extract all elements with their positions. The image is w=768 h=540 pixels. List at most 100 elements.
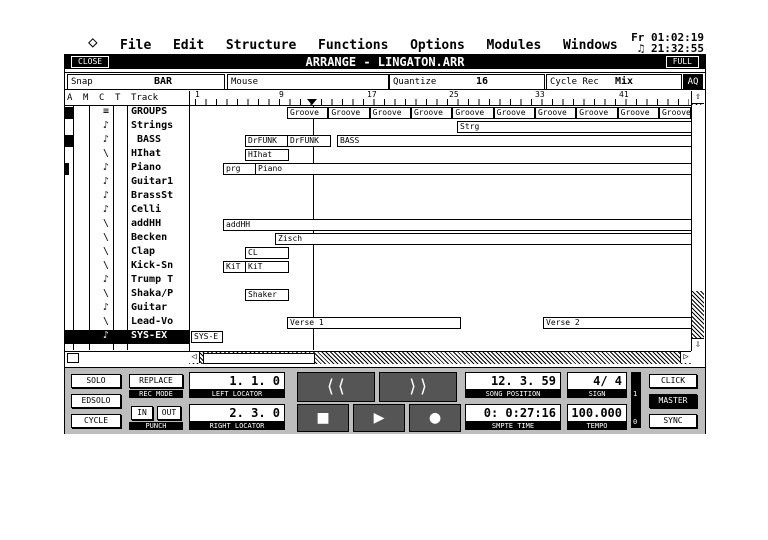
track-row[interactable]: ♪ Celli <box>65 204 189 218</box>
part[interactable]: Groove <box>287 107 329 119</box>
part[interactable]: Groove <box>452 107 494 119</box>
play-icon[interactable]: ▶ <box>353 404 405 432</box>
track-row[interactable]: ≡ GROUPS <box>65 106 189 120</box>
song-position-display[interactable]: 12. 3. 59 <box>465 372 561 390</box>
h-scroll-thumb[interactable] <box>203 353 315 364</box>
close-button[interactable]: CLOSE <box>71 56 110 68</box>
track-row[interactable]: ♪ BrassSt <box>65 190 189 204</box>
part[interactable]: Groove <box>369 107 411 119</box>
edsolo-button[interactable]: EDSOLO <box>71 394 121 408</box>
bar-ruler[interactable]: 1 9 17 25 33 41 <box>189 90 691 106</box>
track-row[interactable]: \ Becken <box>65 232 189 246</box>
track-row[interactable]: \ Lead-Vo <box>65 316 189 330</box>
right-locator-display[interactable]: 2. 3. 0 <box>189 404 285 422</box>
sync-button[interactable]: SYNC <box>649 414 697 428</box>
track-name[interactable]: Clap <box>131 246 183 257</box>
part[interactable]: Groove <box>328 107 370 119</box>
part-kit[interactable]: KiT <box>245 261 289 273</box>
solo-button[interactable]: SOLO <box>71 374 121 388</box>
track-name[interactable]: Strings <box>131 120 183 131</box>
scroll-up-icon[interactable]: ⇧ <box>692 91 704 104</box>
punch-in-button[interactable]: IN <box>131 406 153 420</box>
menu-functions[interactable]: Functions <box>318 38 388 53</box>
track-name[interactable]: Piano <box>131 162 183 173</box>
left-locator-display[interactable]: 1. 1. 0 <box>189 372 285 390</box>
arrange-area[interactable]: Groove Groove Groove Groove Groove Groov… <box>191 106 693 350</box>
track-row[interactable]: \ Shaka/P <box>65 288 189 302</box>
quantize-field[interactable]: Quantize 16 <box>389 74 545 90</box>
part-cl[interactable]: CL <box>245 247 289 259</box>
track-row[interactable]: \ addHH <box>65 218 189 232</box>
part[interactable]: Groove <box>410 107 453 119</box>
track-row[interactable]: ♪ Guitar <box>65 302 189 316</box>
horizontal-scrollbar[interactable]: ◁ ▷ <box>189 351 691 364</box>
part-sysex[interactable]: SYS-E <box>191 331 223 343</box>
track-name[interactable]: GROUPS <box>131 106 183 117</box>
track-name[interactable]: Trump T <box>131 274 183 285</box>
part-drfunk[interactable]: DrFUNK <box>245 135 289 147</box>
menu-windows[interactable]: Windows <box>563 38 618 53</box>
title-bar[interactable]: ARRANGE - LINGATON.ARR CLOSE FULL <box>65 55 705 69</box>
track-row[interactable]: \ Kick-Sn <box>65 260 189 274</box>
track-row[interactable]: ♪ Guitar1 <box>65 176 189 190</box>
track-row-selected[interactable]: ♪ SYS-EX <box>65 330 189 344</box>
cycle-rec-field[interactable]: Cycle Rec Mix <box>546 74 682 90</box>
smpte-display[interactable]: 0: 0:27:16 <box>465 404 561 422</box>
scroll-left-box-icon[interactable] <box>67 353 79 363</box>
track-name[interactable]: Kick-Sn <box>131 260 183 271</box>
sign-display[interactable]: 4/ 4 <box>567 372 627 390</box>
part-hihat[interactable]: HIhat <box>245 149 289 161</box>
replace-button[interactable]: REPLACE <box>129 374 183 388</box>
menu-modules[interactable]: Modules <box>487 38 542 53</box>
track-name[interactable]: HIhat <box>131 148 183 159</box>
track-name[interactable]: addHH <box>131 218 183 229</box>
part-verse-1[interactable]: Verse 1 <box>287 317 461 329</box>
track-row[interactable]: \ Clap <box>65 246 189 260</box>
click-button[interactable]: CLICK <box>649 374 697 388</box>
part-verse-2[interactable]: Verse 2 <box>543 317 693 329</box>
track-row[interactable]: ♪ Trump T <box>65 274 189 288</box>
part-drfunk[interactable]: DrFUNK <box>287 135 331 147</box>
part[interactable]: Groove <box>617 107 659 119</box>
part-strings[interactable]: Strg <box>457 121 693 133</box>
part[interactable]: Groove <box>658 107 691 119</box>
scroll-right-icon[interactable]: ▷ <box>680 352 691 363</box>
part[interactable]: Groove <box>493 107 535 119</box>
diamond-icon[interactable]: ◇ <box>88 32 98 51</box>
track-name[interactable]: BASS <box>137 134 189 145</box>
fast-forward-icon[interactable]: ⟩⟩ <box>379 372 457 402</box>
track-name[interactable]: Guitar <box>131 302 183 313</box>
track-name[interactable]: SYS-EX <box>131 330 183 341</box>
part-shaker[interactable]: Shaker <box>245 289 289 301</box>
track-name[interactable]: Guitar1 <box>131 176 183 187</box>
part-piano[interactable]: Piano <box>255 163 693 175</box>
track-row[interactable]: ♪ Strings <box>65 120 189 134</box>
rewind-icon[interactable]: ⟨⟨ <box>297 372 375 402</box>
part[interactable]: Groove <box>534 107 577 119</box>
scroll-thumb[interactable] <box>692 105 704 291</box>
cycle-button[interactable]: CYCLE <box>71 414 121 428</box>
part[interactable]: Groove <box>576 107 618 119</box>
track-row[interactable]: ♪ BASS <box>65 134 189 148</box>
record-icon[interactable]: ● <box>409 404 461 432</box>
part-kit[interactable]: KiT <box>223 261 247 273</box>
track-name[interactable]: Becken <box>131 232 183 243</box>
snap-field[interactable]: Snap BAR <box>67 74 225 90</box>
menu-edit[interactable]: Edit <box>173 38 204 53</box>
menu-structure[interactable]: Structure <box>226 38 296 53</box>
punch-out-button[interactable]: OUT <box>157 406 181 420</box>
tempo-display[interactable]: 100.000 <box>567 404 627 422</box>
track-name[interactable]: Shaka/P <box>131 288 183 299</box>
full-button[interactable]: FULL <box>665 56 699 68</box>
aq-button[interactable]: AQ <box>683 74 703 90</box>
track-row[interactable]: ♪ Piano <box>65 162 189 176</box>
part-zisch[interactable]: Zisch <box>275 233 693 245</box>
menu-file[interactable]: File <box>120 38 151 53</box>
stop-icon[interactable]: ■ <box>297 404 349 432</box>
vertical-scrollbar[interactable]: ⇧ ⇩ <box>691 91 704 351</box>
part-addhh[interactable]: addHH <box>223 219 693 231</box>
track-name[interactable]: Celli <box>131 204 183 215</box>
track-name[interactable]: Lead-Vo <box>131 316 183 327</box>
part-bass[interactable]: BASS <box>337 135 693 147</box>
master-button[interactable]: MASTER <box>649 394 697 408</box>
